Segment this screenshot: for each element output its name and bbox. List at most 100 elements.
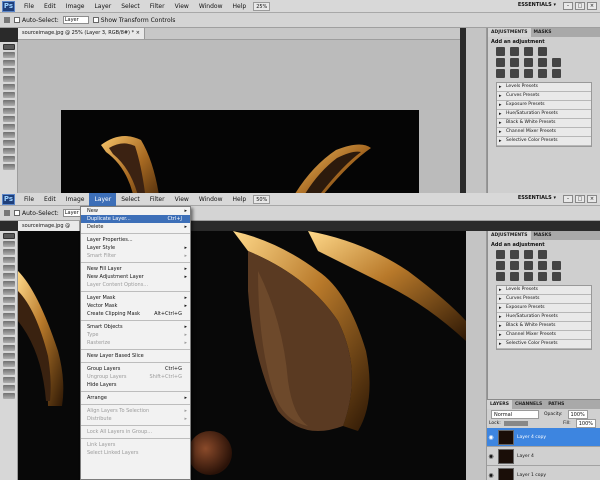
auto-select-checkbox[interactable] xyxy=(14,17,20,23)
invert-icon[interactable] xyxy=(496,69,505,78)
menu-item-new[interactable]: New ▸ xyxy=(81,207,190,215)
black-white-icon[interactable] xyxy=(538,261,547,270)
lasso-tool-icon[interactable] xyxy=(3,249,15,255)
layer-row[interactable]: ◉ Layer 1 copy xyxy=(487,466,600,480)
menu-item-layer-style[interactable]: Layer Style ▸ xyxy=(81,244,190,252)
menu-item-layer-properties[interactable]: Layer Properties... xyxy=(81,236,190,244)
eyedropper-tool-icon[interactable] xyxy=(3,84,15,90)
exposure-icon[interactable] xyxy=(538,47,547,56)
crop-tool-icon[interactable] xyxy=(3,265,15,271)
move-tool-icon[interactable] xyxy=(3,233,15,239)
path-select-tool-icon[interactable] xyxy=(3,361,15,367)
invert-icon[interactable] xyxy=(496,272,505,281)
color-balance-icon[interactable] xyxy=(524,58,533,67)
dodge-tool-icon[interactable] xyxy=(3,148,15,154)
stamp-tool-icon[interactable] xyxy=(3,108,15,114)
menu-item-layer-mask[interactable]: Layer Mask ▸ xyxy=(81,294,190,302)
minimize-button[interactable]: – xyxy=(563,195,573,203)
quick-select-tool-icon[interactable] xyxy=(3,257,15,263)
menu-item-new-adjustment-layer[interactable]: New Adjustment Layer ▸ xyxy=(81,273,190,281)
preset-exposure[interactable]: Exposure Presets xyxy=(497,101,591,110)
blur-tool-icon[interactable] xyxy=(3,329,15,335)
fill-input[interactable]: 100% xyxy=(575,419,596,428)
move-tool-icon[interactable] xyxy=(3,44,15,50)
shape-tool-icon[interactable] xyxy=(3,369,15,375)
eraser-tool-icon[interactable] xyxy=(3,124,15,130)
close-button[interactable]: × xyxy=(587,195,597,203)
marquee-tool-icon[interactable] xyxy=(3,52,15,58)
history-brush-tool-icon[interactable] xyxy=(3,305,15,311)
brightness-icon[interactable] xyxy=(496,47,505,56)
lasso-tool-icon[interactable] xyxy=(3,60,15,66)
vibrance-icon[interactable] xyxy=(496,58,505,67)
curves-icon[interactable] xyxy=(524,47,533,56)
brightness-icon[interactable] xyxy=(496,250,505,259)
gradient-tool-icon[interactable] xyxy=(3,132,15,138)
menu-item-smart-objects[interactable]: Smart Objects ▸ xyxy=(81,323,190,331)
menu-item-hide-layers[interactable]: Hide Layers xyxy=(81,381,190,389)
menu-item-layer-content-options[interactable]: Layer Content Options... xyxy=(81,281,190,289)
menu-item-duplicate-layer[interactable]: Duplicate Layer... Ctrl+J xyxy=(81,215,190,223)
zoom-tool-icon[interactable] xyxy=(3,393,15,399)
canvas-area[interactable] xyxy=(18,40,460,193)
type-tool-icon[interactable] xyxy=(3,353,15,359)
menu-select[interactable]: Select xyxy=(116,0,145,13)
menu-item-delete[interactable]: Delete ▸ xyxy=(81,223,190,231)
threshold-icon[interactable] xyxy=(524,69,533,78)
workspace-switcher[interactable]: ESSENTIALS ▾ xyxy=(518,195,556,201)
menu-item-create-clipping-mask[interactable]: Create Clipping Mask Alt+Ctrl+G xyxy=(81,310,190,318)
preset-curves[interactable]: Curves Presets xyxy=(497,92,591,101)
show-transform-option[interactable]: Show Transform Controls xyxy=(92,17,175,24)
show-transform-checkbox[interactable] xyxy=(92,17,99,23)
menu-item-rasterize[interactable]: Rasterize ▸ xyxy=(81,339,190,347)
menu-view[interactable]: View xyxy=(170,193,194,206)
menu-item-group-layers[interactable]: Group Layers Ctrl+G xyxy=(81,365,190,373)
menu-edit[interactable]: Edit xyxy=(39,193,61,206)
menu-item-arrange[interactable]: Arrange ▸ xyxy=(81,394,190,402)
color-balance-icon[interactable] xyxy=(524,261,533,270)
threshold-icon[interactable] xyxy=(524,272,533,281)
selective-color-icon[interactable] xyxy=(552,69,561,78)
maximize-button[interactable]: □ xyxy=(575,195,585,203)
posterize-icon[interactable] xyxy=(510,69,519,78)
menu-file[interactable]: File xyxy=(19,0,39,13)
menu-select[interactable]: Select xyxy=(116,193,145,206)
opacity-input[interactable]: 100% xyxy=(567,409,588,419)
exposure-icon[interactable] xyxy=(538,250,547,259)
type-tool-icon[interactable] xyxy=(3,164,15,170)
preset-channel-mixer[interactable]: Channel Mixer Presets xyxy=(497,331,591,340)
preset-exposure[interactable]: Exposure Presets xyxy=(497,304,591,313)
menu-filter[interactable]: Filter xyxy=(145,0,170,13)
menu-item-new-layer-based-slice[interactable]: New Layer Based Slice xyxy=(81,352,190,360)
menu-item-link-layers[interactable]: Link Layers xyxy=(81,441,190,449)
menu-item-new-fill-layer[interactable]: New Fill Layer ▸ xyxy=(81,265,190,273)
brush-tool-icon[interactable] xyxy=(3,289,15,295)
minimize-button[interactable]: – xyxy=(563,2,573,10)
preset-levels[interactable]: Levels Presets xyxy=(497,286,591,295)
menu-edit[interactable]: Edit xyxy=(39,0,61,13)
document-tab[interactable]: sourceimage.jpg @ 25% (Layer 3, RGB/8#) … xyxy=(18,28,145,39)
lock-icons[interactable] xyxy=(503,421,528,426)
menu-help[interactable]: Help xyxy=(228,193,252,206)
document-canvas[interactable] xyxy=(61,110,419,193)
vibrance-icon[interactable] xyxy=(496,261,505,270)
marquee-tool-icon[interactable] xyxy=(3,241,15,247)
3d-tool-icon[interactable] xyxy=(3,377,15,383)
zoom-dropdown[interactable]: 25% xyxy=(253,1,271,11)
eraser-tool-icon[interactable] xyxy=(3,313,15,319)
tab-masks[interactable]: MASKS xyxy=(531,231,555,240)
menu-image[interactable]: Image xyxy=(61,193,90,206)
layer-row[interactable]: ◉ Layer 4 copy xyxy=(487,428,600,447)
workspace-switcher[interactable]: ESSENTIALS ▾ xyxy=(518,2,556,8)
menu-file[interactable]: File xyxy=(19,193,39,206)
menu-help[interactable]: Help xyxy=(228,0,252,13)
blend-mode-dropdown[interactable]: Normal xyxy=(491,409,539,419)
preset-black-white[interactable]: Black & White Presets xyxy=(497,119,591,128)
document-tab[interactable]: sourceimage.jpg @ 50 xyxy=(18,220,80,239)
menu-window[interactable]: Window xyxy=(194,193,228,206)
pen-tool-icon[interactable] xyxy=(3,345,15,351)
black-white-icon[interactable] xyxy=(538,58,547,67)
levels-icon[interactable] xyxy=(510,250,519,259)
crop-tool-icon[interactable] xyxy=(3,76,15,82)
menu-window[interactable]: Window xyxy=(194,0,228,13)
